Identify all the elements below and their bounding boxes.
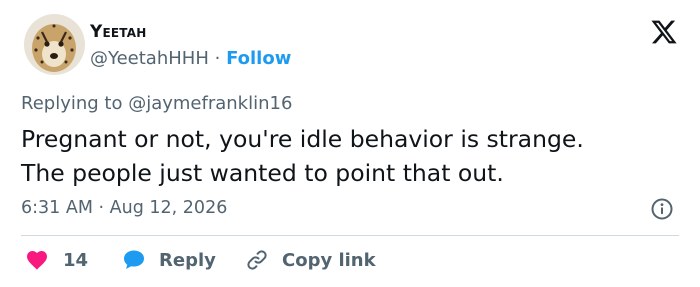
reply-context-prefix: Replying to xyxy=(21,93,123,114)
display-name[interactable]: Yeetah xyxy=(90,22,147,42)
tweet-date: Aug 12, 2026 xyxy=(109,198,228,218)
follow-button[interactable]: Follow xyxy=(226,48,291,69)
user-handle[interactable]: @YeetahHHH xyxy=(90,48,209,69)
reply-label: Reply xyxy=(159,249,216,271)
handle-separator: · xyxy=(214,48,221,69)
copy-link-label: Copy link xyxy=(282,249,376,271)
link-icon xyxy=(247,250,267,270)
cheetah-avatar xyxy=(24,14,85,75)
tweet-text-line: Pregnant or not, you're idle behavior is… xyxy=(21,125,584,153)
divider xyxy=(21,235,679,236)
info-icon[interactable] xyxy=(650,197,674,221)
like-button[interactable]: 14 xyxy=(25,246,88,274)
like-count: 14 xyxy=(63,249,89,271)
display-name-text: Yeetah xyxy=(90,22,147,42)
tweet-timestamp[interactable]: 6:31 AM · Aug 12, 2026 xyxy=(21,198,227,218)
reply-mention-link[interactable]: @jaymefranklin16 xyxy=(128,93,292,114)
tweet-text: Pregnant or not, you're idle behavior is… xyxy=(21,122,681,190)
reply-context: Replying to @jaymefranklin16 xyxy=(21,93,292,114)
timestamp-separator: · xyxy=(98,198,105,218)
handle-row: @YeetahHHH · Follow xyxy=(90,48,291,69)
avatar[interactable] xyxy=(24,14,85,75)
tweet-text-line: The people just wanted to point that out… xyxy=(21,159,504,187)
reply-button[interactable]: Reply xyxy=(121,246,216,274)
tweet-time: 6:31 AM xyxy=(21,198,93,218)
heart-icon xyxy=(27,251,47,270)
reply-bubble-icon xyxy=(124,250,144,269)
x-logo-icon[interactable] xyxy=(650,18,678,46)
copy-link-button[interactable]: Copy link xyxy=(245,246,376,274)
